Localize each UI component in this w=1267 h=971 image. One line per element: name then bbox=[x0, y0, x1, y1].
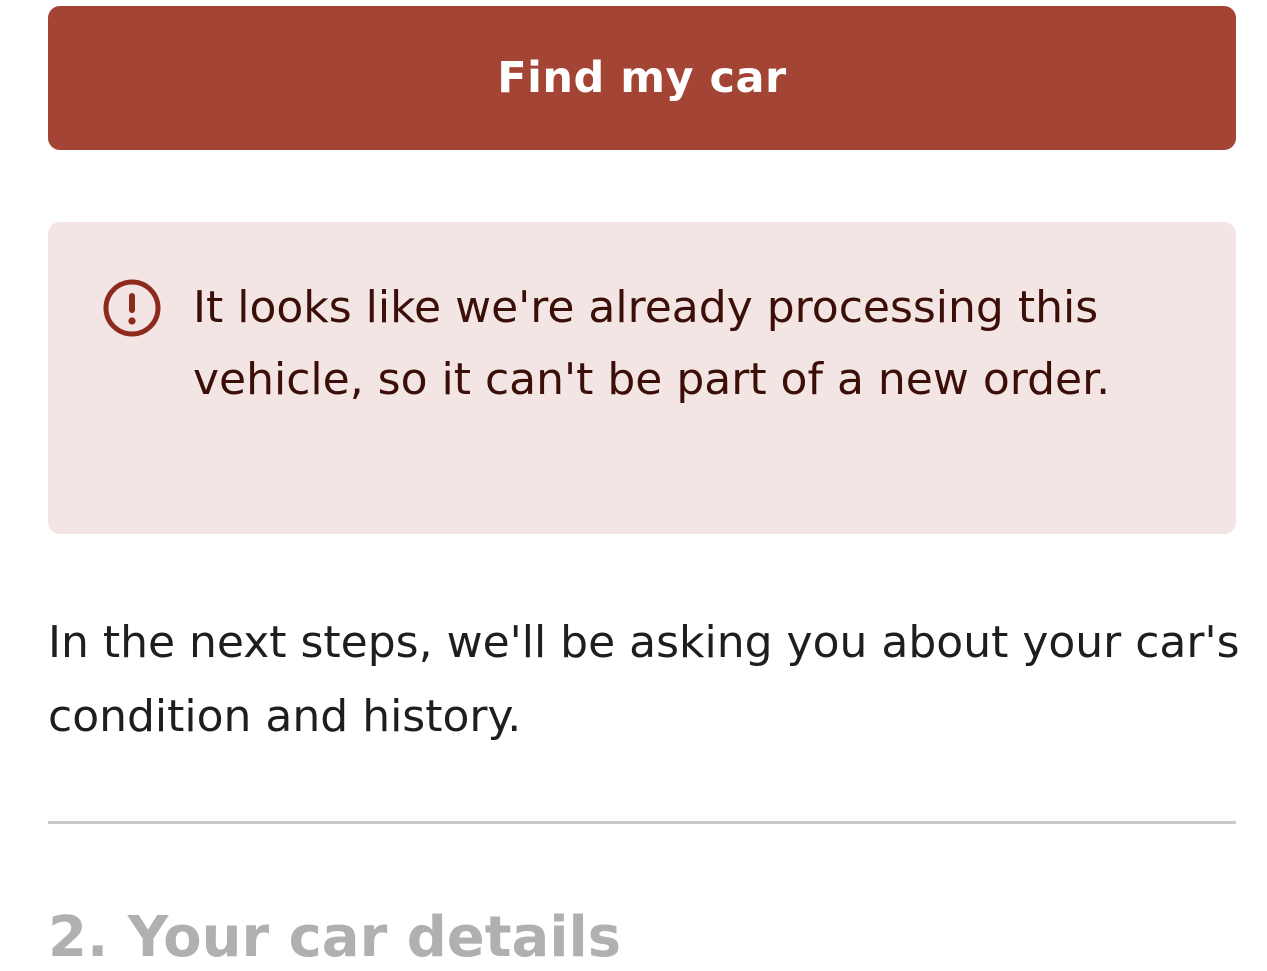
section-title-car-details: 2. Your car details bbox=[48, 905, 622, 970]
alert-message: It looks like we're already processing t… bbox=[193, 282, 1111, 405]
intro-text: In the next steps, we'll be asking you a… bbox=[48, 617, 1240, 742]
section-divider bbox=[48, 821, 1236, 824]
error-alert: It looks like we're already processing t… bbox=[48, 222, 1236, 534]
find-my-car-button[interactable]: Find my car bbox=[48, 6, 1236, 150]
page: Find my car It looks like we're already … bbox=[0, 0, 1267, 971]
exclamation-circle-icon bbox=[102, 278, 162, 338]
